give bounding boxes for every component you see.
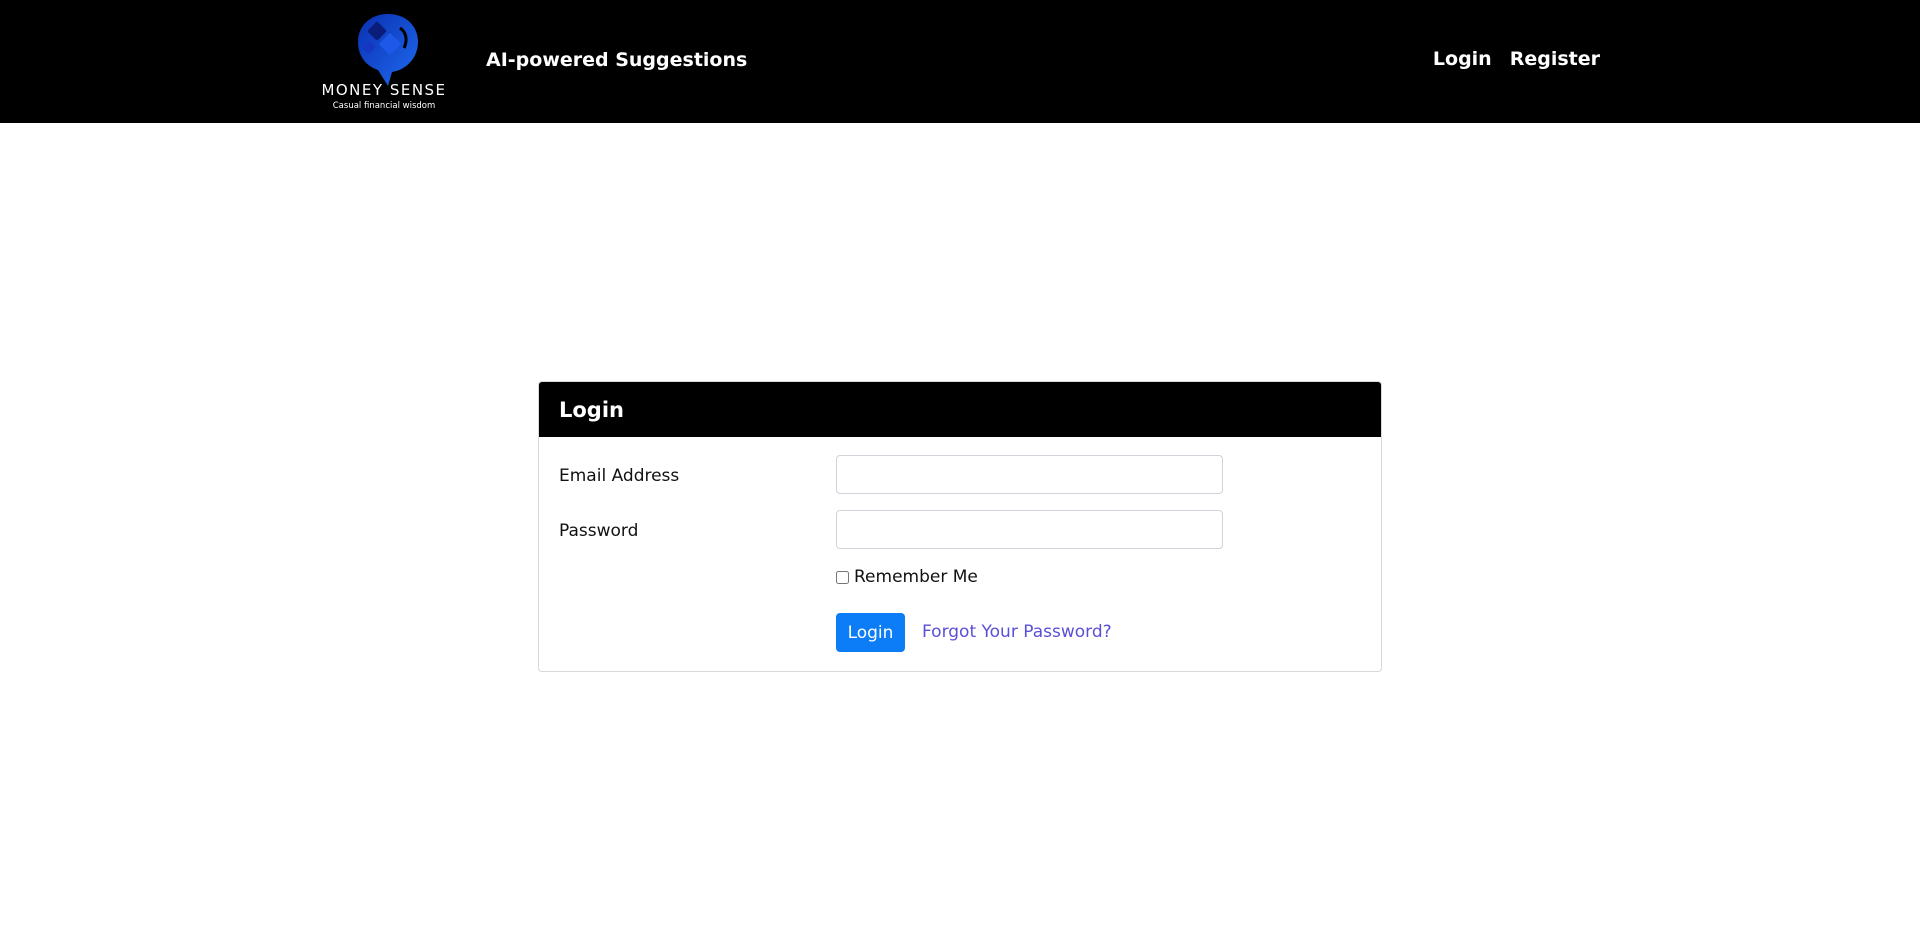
login-card: Login Email Address Password Remember Me…	[538, 381, 1382, 672]
money-sense-logo-icon	[358, 14, 418, 86]
email-label: Email Address	[559, 466, 680, 486]
remember-me-label[interactable]: Remember Me	[854, 567, 978, 587]
nav-auth-links: Login Register	[1433, 48, 1600, 70]
password-label: Password	[559, 521, 639, 541]
nav-login-link[interactable]: Login	[1433, 48, 1492, 70]
brand-name: MONEY SENSE	[321, 81, 447, 99]
nav-register-link[interactable]: Register	[1510, 48, 1600, 70]
login-card-title: Login	[559, 397, 624, 422]
password-field[interactable]	[836, 510, 1223, 549]
brand-tagline: Casual financial wisdom	[332, 101, 436, 111]
remember-me-checkbox[interactable]	[836, 570, 849, 584]
remember-me-row: Remember Me	[836, 567, 978, 587]
brand-logo-link[interactable]: MONEY SENSE Casual financial wisdom	[316, 10, 452, 114]
login-card-header: Login	[539, 382, 1381, 437]
top-navbar: MONEY SENSE Casual financial wisdom AI-p…	[0, 0, 1920, 123]
nav-ai-suggestions-link[interactable]: AI-powered Suggestions	[486, 49, 747, 71]
email-field[interactable]	[836, 455, 1223, 494]
login-submit-button[interactable]: Login	[836, 613, 905, 652]
forgot-password-link[interactable]: Forgot Your Password?	[922, 622, 1112, 642]
